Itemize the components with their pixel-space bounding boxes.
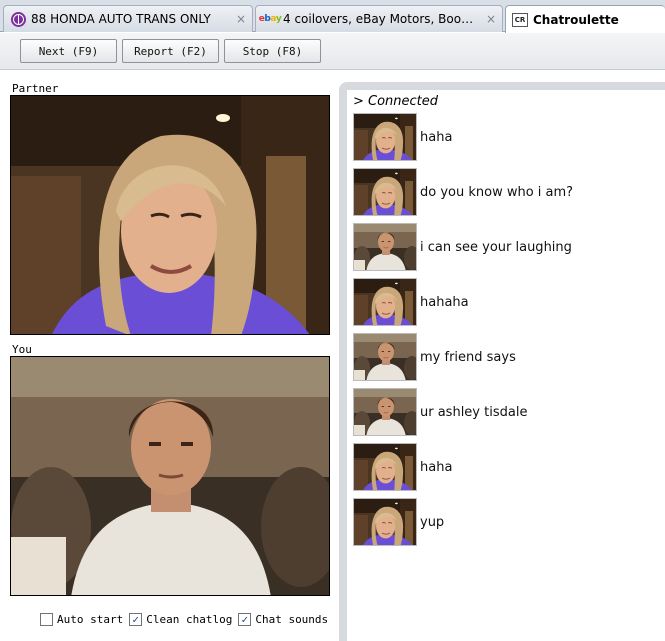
clean-chatlog-label: Clean chatlog — [146, 612, 233, 626]
chat-toolbar: Next (F9) Report (F2) Stop (F8) — [0, 33, 665, 70]
chat-message-text: hahaha — [420, 294, 469, 310]
ebay-icon: ebay — [258, 14, 282, 24]
stop-button[interactable]: Stop (F8) — [224, 39, 321, 63]
report-button[interactable]: Report (F2) — [122, 39, 219, 63]
partner-thumbnail — [353, 278, 417, 326]
chat-message: haha — [353, 443, 452, 491]
connection-status: > Connected — [353, 94, 439, 109]
tab-honda-auto-trans[interactable]: 88 HONDA AUTO TRANS ONLY × — [3, 5, 253, 32]
chat-message-text: do you know who i am? — [420, 184, 574, 200]
chat-message: my friend says — [353, 333, 516, 381]
chat-message: do you know who i am? — [353, 168, 573, 216]
partner-thumbnail — [353, 168, 417, 216]
chat-message-text: i can see your laughing — [420, 239, 572, 255]
close-tab-icon[interactable]: × — [486, 12, 496, 26]
close-tab-icon[interactable]: × — [236, 12, 246, 26]
chat-message: hahaha — [353, 278, 469, 326]
chat-options: Auto start ✓ Clean chatlog ✓ Chat sounds — [40, 611, 334, 627]
your-thumbnail — [353, 223, 417, 271]
chatroulette-icon: CR — [512, 12, 528, 28]
chat-message-text: haha — [420, 129, 453, 145]
your-thumbnail — [353, 388, 417, 436]
tab-chatroulette[interactable]: CR Chatroulette — [505, 5, 665, 33]
chat-panel: > Connected haha do you know who i am? i… — [339, 82, 665, 641]
auto-start-label: Auto start — [57, 612, 124, 626]
chat-sounds-checkbox[interactable]: ✓ — [238, 612, 252, 626]
chat-message-text: ur ashley tisdale — [420, 404, 528, 420]
tab-title: 88 HONDA AUTO TRANS ONLY — [31, 12, 211, 26]
auto-start-checkbox[interactable] — [40, 612, 53, 626]
clean-chatlog-checkbox[interactable]: ✓ — [129, 612, 143, 626]
chat-message: i can see your laughing — [353, 223, 572, 271]
chat-message: yup — [353, 498, 444, 546]
your-thumbnail — [353, 333, 417, 381]
chat-sounds-label: Chat sounds — [255, 612, 329, 626]
tab-title: Chatroulette — [533, 12, 619, 27]
chat-log[interactable]: > Connected haha do you know who i am? i… — [347, 90, 665, 641]
chat-message: ur ashley tisdale — [353, 388, 527, 436]
chat-sounds-option[interactable]: ✓ Chat sounds — [238, 612, 329, 626]
chat-message: haha — [353, 113, 452, 161]
chat-message-text: my friend says — [420, 349, 516, 365]
auto-start-option[interactable]: Auto start — [40, 612, 124, 626]
partner-thumbnail — [353, 443, 417, 491]
chat-message-text: haha — [420, 459, 453, 475]
tab-ebay-coilovers[interactable]: ebay 4 coilovers, eBay Motors, Books. Gr… — [255, 5, 503, 32]
peace-sign-icon — [10, 11, 26, 27]
you-label: You — [12, 343, 32, 356]
next-button[interactable]: Next (F9) — [20, 39, 117, 63]
partner-thumbnail — [353, 113, 417, 161]
tab-title: 4 coilovers, eBay Motors, Books. Gr... — [283, 12, 480, 26]
your-video — [10, 356, 330, 596]
partner-video — [10, 95, 330, 335]
chat-message-text: yup — [420, 514, 445, 530]
partner-thumbnail — [353, 498, 417, 546]
partner-label: Partner — [12, 82, 59, 95]
clean-chatlog-option[interactable]: ✓ Clean chatlog — [129, 612, 233, 626]
browser-tab-strip: 88 HONDA AUTO TRANS ONLY × ebay 4 coilov… — [0, 0, 665, 33]
